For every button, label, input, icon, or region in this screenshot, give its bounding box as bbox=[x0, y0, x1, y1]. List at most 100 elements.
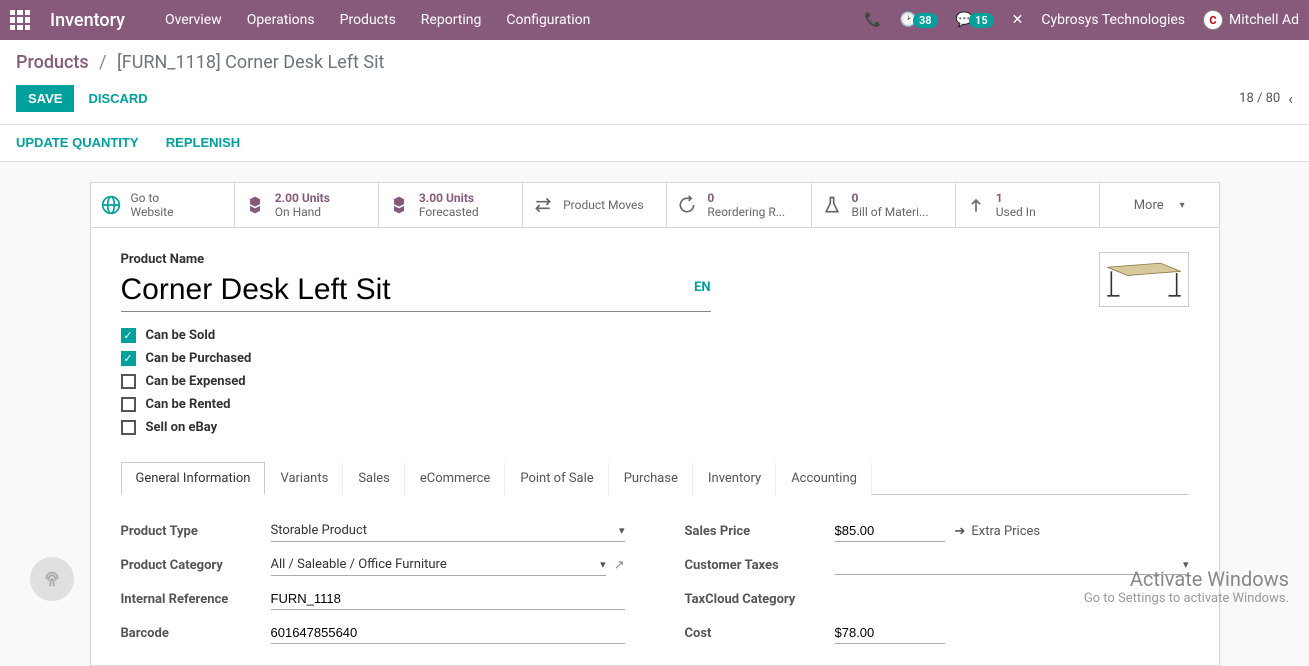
flask-icon bbox=[822, 195, 842, 215]
lbl-taxcloud: TaxCloud Category bbox=[685, 592, 835, 607]
tabs: General Information Variants Sales eComm… bbox=[121, 461, 1189, 495]
stat-moves[interactable]: Product Moves bbox=[523, 183, 667, 227]
discard-button[interactable]: DISCARD bbox=[88, 91, 147, 106]
app-name[interactable]: Inventory bbox=[50, 10, 125, 31]
tab-accounting[interactable]: Accounting bbox=[776, 462, 872, 495]
breadcrumb-current: [FURN_1118] Corner Desk Left Sit bbox=[117, 52, 384, 73]
fields-right: Sales Price ➔Extra Prices Customer Taxes… bbox=[685, 519, 1189, 655]
lbl-product-type: Product Type bbox=[121, 524, 271, 539]
cost-input[interactable] bbox=[835, 622, 945, 644]
exchange-icon bbox=[533, 195, 553, 215]
nav-menu: Overview Operations Products Reporting C… bbox=[165, 12, 590, 28]
nav-right: 📞 🕑 38 💬 15 ✕ Cybrosys Technologies C Mi… bbox=[864, 10, 1299, 30]
pager: 18 / 80 ‹ bbox=[1239, 89, 1293, 108]
cubes-icon bbox=[245, 195, 265, 215]
chk-ebay[interactable] bbox=[121, 420, 136, 435]
stat-onhand[interactable]: 2.00 UnitsOn Hand bbox=[235, 183, 379, 227]
desk-icon bbox=[1102, 255, 1186, 304]
chk-expensed-label: Can be Expensed bbox=[146, 374, 246, 389]
lbl-cost: Cost bbox=[685, 626, 835, 641]
chk-rented-label: Can be Rented bbox=[146, 397, 231, 412]
product-checks: ✓ Can be Sold ✓ Can be Purchased Can be Ex… bbox=[121, 328, 1099, 435]
chk-sold[interactable]: ✓ bbox=[121, 328, 136, 343]
chk-expensed[interactable] bbox=[121, 374, 136, 389]
product-category-select[interactable]: All / Saleable / Office Furniture bbox=[271, 554, 606, 576]
sheet-body: Product Name EN ✓ Can be Sold ✓ Can be Pur… bbox=[91, 228, 1219, 665]
breadcrumb-sep: / bbox=[99, 52, 106, 73]
refresh-icon bbox=[677, 195, 697, 215]
pager-text[interactable]: 18 / 80 bbox=[1239, 91, 1280, 106]
form-sheet: Go toWebsite 2.00 UnitsOn Hand 3.00 Unit… bbox=[90, 182, 1220, 666]
chk-purchased[interactable]: ✓ bbox=[121, 351, 136, 366]
nav-configuration[interactable]: Configuration bbox=[506, 12, 590, 28]
chk-sold-label: Can be Sold bbox=[146, 328, 216, 343]
messages-badge: 15 bbox=[969, 13, 994, 28]
barcode-input[interactable] bbox=[271, 622, 625, 644]
breadcrumb-root[interactable]: Products bbox=[16, 52, 89, 73]
globe-icon bbox=[101, 195, 121, 215]
save-button[interactable]: SAVE bbox=[16, 85, 74, 112]
internal-ref-input[interactable] bbox=[271, 588, 625, 610]
replenish-button[interactable]: REPLENISH bbox=[166, 135, 240, 150]
page-header: Products / [FURN_1118] Corner Desk Left … bbox=[0, 40, 1309, 125]
tools-icon[interactable]: ✕ bbox=[1012, 12, 1024, 28]
lbl-price: Sales Price bbox=[685, 524, 835, 539]
fields-left: Product Type Storable Product Product Ca… bbox=[121, 519, 625, 655]
external-link-icon[interactable]: ↗ bbox=[614, 558, 625, 573]
fields: Product Type Storable Product Product Ca… bbox=[121, 519, 1189, 655]
product-type-select[interactable]: Storable Product bbox=[271, 520, 625, 542]
pager-prev-icon[interactable]: ‹ bbox=[1288, 89, 1293, 108]
lbl-taxes: Customer Taxes bbox=[685, 558, 835, 573]
form-container: Go toWebsite 2.00 UnitsOn Hand 3.00 Unit… bbox=[0, 162, 1309, 666]
stat-more[interactable]: More▾ bbox=[1100, 183, 1219, 227]
nav-products[interactable]: Products bbox=[340, 12, 396, 28]
tab-purchase[interactable]: Purchase bbox=[609, 462, 693, 495]
fingerprint-fab[interactable] bbox=[30, 557, 74, 601]
stat-reorder[interactable]: 0Reordering R... bbox=[667, 183, 811, 227]
cubes-icon bbox=[389, 195, 409, 215]
nav-operations[interactable]: Operations bbox=[247, 12, 315, 28]
tab-variants[interactable]: Variants bbox=[265, 462, 343, 495]
lbl-ref: Internal Reference bbox=[121, 592, 271, 607]
arrow-up-icon bbox=[966, 195, 986, 215]
nav-overview[interactable]: Overview bbox=[165, 12, 222, 28]
apps-icon[interactable] bbox=[10, 10, 30, 30]
activities-button[interactable]: 🕑 38 bbox=[900, 12, 938, 28]
tab-ecommerce[interactable]: eCommerce bbox=[405, 462, 505, 495]
tab-sales[interactable]: Sales bbox=[343, 462, 405, 495]
caret-down-icon: ▾ bbox=[1180, 200, 1185, 211]
stat-bom[interactable]: 0Bill of Materi... bbox=[812, 183, 956, 227]
top-navbar: Inventory Overview Operations Products R… bbox=[0, 0, 1309, 40]
lbl-category: Product Category bbox=[121, 558, 271, 573]
phone-icon[interactable]: 📞 bbox=[864, 12, 881, 28]
nav-reporting[interactable]: Reporting bbox=[421, 12, 482, 28]
sub-actions: UPDATE QUANTITY REPLENISH bbox=[0, 125, 1309, 162]
stat-forecast[interactable]: 3.00 UnitsForecasted bbox=[379, 183, 523, 227]
user-name: Mitchell Ad bbox=[1229, 12, 1299, 28]
company-name[interactable]: Cybrosys Technologies bbox=[1041, 12, 1185, 28]
sales-price-input[interactable] bbox=[835, 520, 945, 542]
chk-rented[interactable] bbox=[121, 397, 136, 412]
extra-prices-button[interactable]: ➔Extra Prices bbox=[955, 524, 1041, 539]
customer-taxes-select[interactable] bbox=[835, 555, 1189, 575]
chk-purchased-label: Can be Purchased bbox=[146, 351, 252, 366]
activities-badge: 38 bbox=[913, 13, 938, 28]
breadcrumb: Products / [FURN_1118] Corner Desk Left … bbox=[16, 52, 1293, 73]
product-name-input[interactable] bbox=[121, 269, 665, 311]
arrow-right-icon: ➔ bbox=[955, 524, 966, 539]
lbl-barcode: Barcode bbox=[121, 626, 271, 641]
lang-badge[interactable]: EN bbox=[694, 280, 711, 295]
product-name-label: Product Name bbox=[121, 252, 1099, 267]
tab-general[interactable]: General Information bbox=[121, 462, 266, 495]
update-quantity-button[interactable]: UPDATE QUANTITY bbox=[16, 135, 139, 150]
stat-row: Go toWebsite 2.00 UnitsOn Hand 3.00 Unit… bbox=[91, 183, 1219, 228]
messages-button[interactable]: 💬 15 bbox=[956, 12, 994, 28]
avatar: C bbox=[1203, 10, 1223, 30]
tab-pos[interactable]: Point of Sale bbox=[505, 462, 608, 495]
stat-website[interactable]: Go toWebsite bbox=[91, 183, 235, 227]
stat-usedin[interactable]: 1Used In bbox=[956, 183, 1100, 227]
action-row: SAVE DISCARD 18 / 80 ‹ bbox=[16, 85, 1293, 124]
product-image[interactable] bbox=[1099, 252, 1189, 307]
tab-inventory[interactable]: Inventory bbox=[693, 462, 776, 495]
user-menu[interactable]: C Mitchell Ad bbox=[1203, 10, 1299, 30]
